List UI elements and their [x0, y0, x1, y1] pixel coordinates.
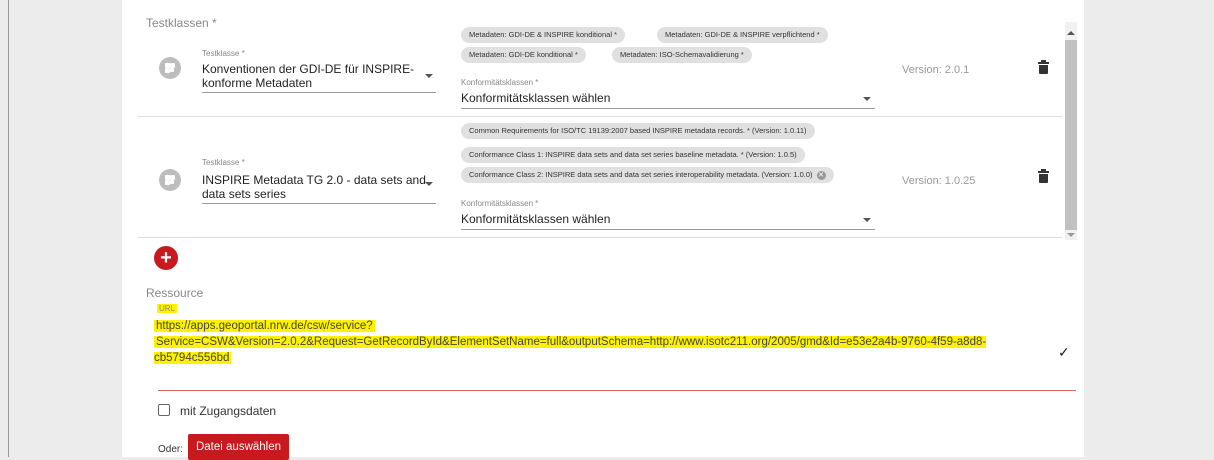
konformitaet-chip[interactable]: Common Requirements for ISO/TC 19139:200…	[461, 123, 815, 139]
konformitaet-chip[interactable]: Metadaten: GDI-DE & INSPIRE verpflichten…	[657, 27, 828, 43]
konformitaet-chip[interactable]: Metadaten: GDI-DE & INSPIRE konditional …	[461, 27, 625, 43]
close-icon[interactable]: ✕	[816, 170, 826, 180]
testklasse-value: INSPIRE Metadata TG 2.0 - data sets and	[202, 173, 426, 187]
chevron-down-icon[interactable]	[863, 97, 871, 101]
url-line: https://apps.geoportal.nrw.de/csw/servic…	[154, 320, 375, 332]
konformitaet-select[interactable]: Konformitätsklassen wählen	[461, 212, 610, 226]
testklasse-select[interactable]: INSPIRE Metadata TG 2.0 - data sets and …	[202, 173, 426, 201]
scrollbar-thumb[interactable]	[1065, 40, 1077, 230]
add-testklasse-button[interactable]: +	[154, 246, 178, 270]
chip-text: Conformance Class 2: INSPIRE data sets a…	[469, 170, 813, 179]
testklasse-value: konforme Metadaten	[202, 76, 313, 90]
delete-icon[interactable]	[1038, 169, 1049, 183]
chevron-down-icon[interactable]	[863, 218, 871, 222]
delete-icon[interactable]	[1038, 60, 1049, 74]
url-label: URL	[157, 304, 178, 313]
version-text: Version: 1.0.25	[902, 175, 976, 187]
chevron-down-icon[interactable]	[425, 182, 433, 186]
konformitaet-underline	[461, 108, 875, 109]
chevron-down-icon[interactable]	[425, 74, 433, 78]
testklasse-label: Testklasse *	[202, 49, 245, 58]
testklasse-icon	[159, 57, 181, 79]
zugangsdaten-label: mit Zugangsdaten	[180, 404, 277, 418]
konformitaet-label: Konformitätsklassen *	[461, 199, 539, 208]
testklasse-icon	[159, 169, 181, 191]
version-text: Version: 2.0.1	[902, 64, 970, 76]
datei-auswaehlen-button[interactable]: Datei auswählen	[188, 434, 289, 460]
scroll-up-icon[interactable]	[1067, 31, 1075, 35]
konformitaet-underline	[461, 229, 875, 230]
testklasse-value: data sets series	[202, 187, 287, 201]
testklasse-underline	[202, 92, 436, 93]
konformitaet-label: Konformitätsklassen *	[461, 78, 539, 87]
check-icon: ✓	[1058, 344, 1070, 360]
testklasse-label: Testklasse *	[202, 158, 245, 167]
konformitaet-chip[interactable]: Conformance Class 2: INSPIRE data sets a…	[461, 167, 834, 183]
konformitaet-chip[interactable]: Metadaten: ISO-Schemavalidierung *	[612, 47, 752, 63]
url-line: Service=CSW&Version=2.0.2&Request=GetRec…	[154, 336, 987, 364]
ressource-label: Ressource	[146, 286, 204, 300]
url-input[interactable]: https://apps.geoportal.nrw.de/csw/servic…	[154, 318, 1034, 366]
konformitaet-select[interactable]: Konformitätsklassen wählen	[461, 91, 610, 105]
konformitaet-chip[interactable]: Metadaten: GDI-DE konditional *	[461, 47, 586, 63]
testklasse-underline	[202, 203, 436, 204]
testklasse-value: Konventionen der GDI-DE für INSPIRE-	[202, 62, 415, 76]
zugangsdaten-checkbox[interactable]	[158, 404, 170, 416]
url-underline	[158, 390, 1076, 391]
konformitaet-chip[interactable]: Conformance Class 1: INSPIRE data sets a…	[461, 147, 805, 163]
scroll-down-icon[interactable]	[1067, 233, 1075, 237]
testklasse-select[interactable]: Konventionen der GDI-DE für INSPIRE- kon…	[202, 62, 414, 90]
oder-label: Oder:	[158, 444, 184, 455]
